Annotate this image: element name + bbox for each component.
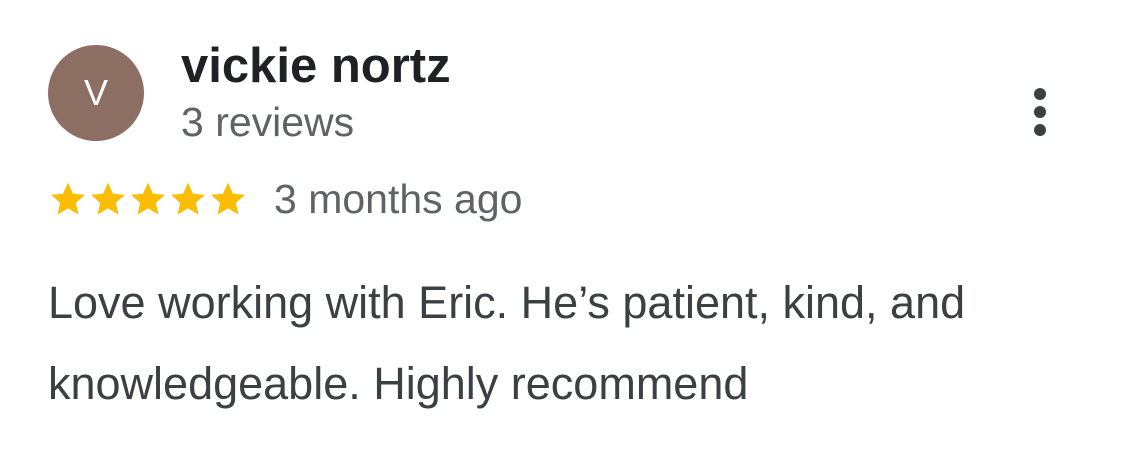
avatar-initial: V <box>83 72 108 113</box>
more-options-button[interactable] <box>1014 80 1066 144</box>
review-text: Love working with Eric. He’s patient, ki… <box>48 277 966 409</box>
star-rating <box>48 175 248 223</box>
reviewer-name[interactable]: vickie nortz <box>181 38 451 94</box>
review-card: V vickie nortz 3 reviews 3 months ago Lo… <box>0 0 1125 474</box>
star-icon <box>91 182 125 215</box>
more-vert-icon <box>1034 88 1046 136</box>
avatar[interactable]: V <box>48 45 144 141</box>
rating-row: 3 months ago <box>48 175 522 223</box>
star-icon <box>211 182 245 215</box>
review-time: 3 months ago <box>274 176 523 222</box>
star-icon <box>51 182 85 215</box>
reviewer-review-count[interactable]: 3 reviews <box>181 98 354 146</box>
star-icon <box>171 182 205 215</box>
star-icon <box>131 182 165 215</box>
